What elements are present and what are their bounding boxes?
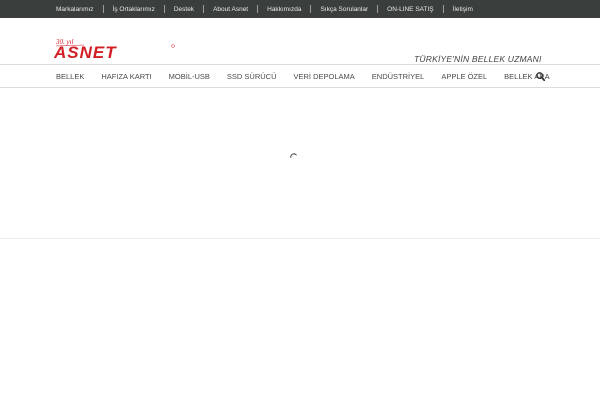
- top-link-separator: [102, 5, 104, 13]
- loading-spinner-icon: [290, 153, 297, 158]
- top-link-hakkimizda[interactable]: Hakkımızda: [267, 6, 301, 13]
- top-bar: Markalarımız İş Ortaklarımız Destek Abou…: [0, 0, 600, 18]
- top-links: Markalarımız İş Ortaklarımız Destek Abou…: [56, 5, 473, 13]
- nav-item-veri-depolama[interactable]: VERİ DEPOLAMA: [294, 72, 355, 81]
- top-link-separator: [163, 5, 165, 13]
- nav-item-mobil-usb[interactable]: MOBİL-USB: [169, 72, 210, 81]
- top-link-separator: [377, 5, 379, 13]
- nav-item-apple-ozel[interactable]: APPLE ÖZEL: [441, 72, 487, 81]
- main-nav: BELLEK HAFIZA KARTI MOBİL-USB SSD SÜRÜCÜ…: [0, 64, 600, 88]
- logo-wordmark: ASNET: [54, 43, 117, 59]
- top-link-separator: [310, 5, 312, 13]
- content-divider: [0, 238, 600, 239]
- top-link-separator: [203, 5, 205, 13]
- tagline: TÜRKİYE'NİN BELLEK UZMANI: [414, 54, 542, 64]
- top-link-iletisim[interactable]: İletişim: [453, 6, 473, 13]
- site-header: 30. yıl ASNET TÜRKİYE'NİN BELLEK UZMANI: [0, 18, 600, 64]
- top-link-markalarimiz[interactable]: Markalarımız: [56, 6, 94, 13]
- top-link-about-asnet[interactable]: About Asnet: [213, 6, 248, 13]
- top-link-online-satis[interactable]: ON-LINE SATIŞ: [387, 6, 433, 13]
- search-icon[interactable]: [536, 72, 545, 81]
- nav-item-endustriyel[interactable]: ENDÜSTRİYEL: [372, 72, 425, 81]
- nav-item-ssd-surucu[interactable]: SSD SÜRÜCÜ: [227, 72, 277, 81]
- top-link-separator: [442, 5, 444, 13]
- nav-item-hafiza-karti[interactable]: HAFIZA KARTI: [101, 72, 151, 81]
- top-link-sikca-sorulanlar[interactable]: Sıkça Sorulanlar: [320, 6, 368, 13]
- asnet-logo[interactable]: 30. yıl ASNET: [54, 37, 176, 59]
- top-link-separator: [257, 5, 259, 13]
- nav-item-bellek[interactable]: BELLEK: [56, 72, 84, 81]
- top-link-is-ortaklarimiz[interactable]: İş Ortaklarımız: [113, 6, 155, 13]
- top-link-destek[interactable]: Destek: [174, 6, 194, 13]
